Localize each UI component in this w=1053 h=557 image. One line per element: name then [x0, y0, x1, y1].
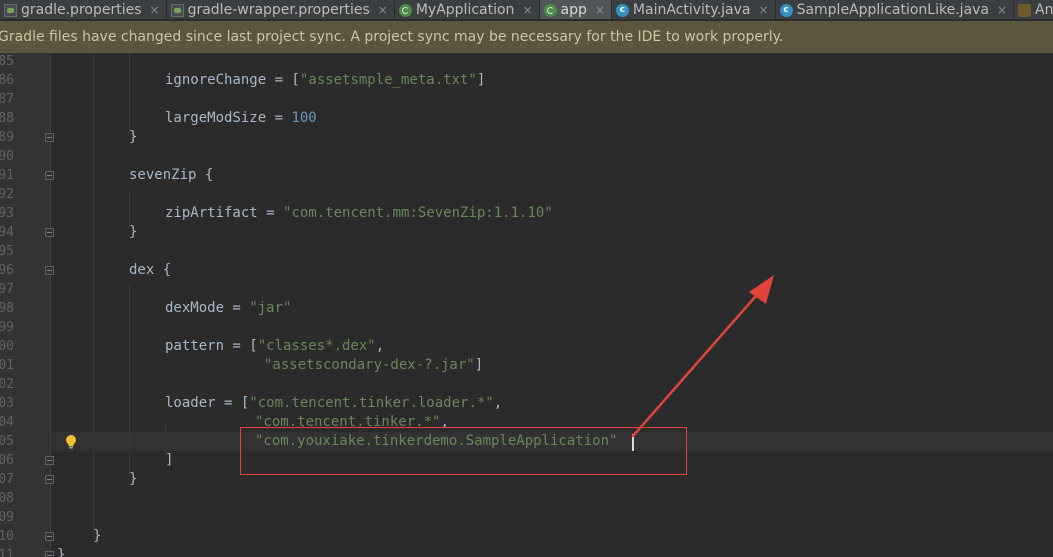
- gradle-module-icon: [398, 3, 412, 17]
- line-number: 90: [0, 149, 14, 164]
- fold-marker[interactable]: [45, 456, 54, 465]
- gradle-file-icon: [170, 3, 184, 17]
- tab-label: AndroidManifest.xml: [1035, 2, 1053, 18]
- gradle-sync-banner: Gradle files have changed since last pro…: [0, 21, 1053, 53]
- line-number: 102: [0, 377, 14, 392]
- line-number: 94: [0, 225, 14, 240]
- line-number: 106: [0, 453, 14, 468]
- code-line: largeModSize = 100: [165, 110, 317, 126]
- line-number: 87: [0, 92, 14, 107]
- line-number: 104: [0, 415, 14, 430]
- tab-label: gradle.properties: [21, 2, 142, 18]
- fold-marker[interactable]: [45, 551, 54, 557]
- line-number: 85: [0, 54, 14, 69]
- indent-guide: [129, 53, 130, 133]
- banner-message: Gradle files have changed since last pro…: [0, 29, 784, 45]
- close-icon[interactable]: ×: [150, 3, 160, 17]
- code-line: pattern = ["classes*.dex",: [165, 338, 385, 354]
- indent-guide: [129, 285, 130, 475]
- gradle-module-icon: [543, 3, 557, 17]
- code-line: zipArtifact = "com.tencent.mm:SevenZip:1…: [165, 205, 553, 221]
- editor-tab-bar: gradle.properties × gradle-wrapper.prope…: [0, 0, 1053, 20]
- line-number: 108: [0, 491, 14, 506]
- fold-marker[interactable]: [45, 171, 54, 180]
- tab-gradle-properties[interactable]: gradle.properties ×: [0, 0, 167, 19]
- code-line: ]: [165, 452, 174, 468]
- fold-marker[interactable]: [45, 228, 54, 237]
- code-line: }: [57, 547, 66, 557]
- tab-label: gradle-wrapper.properties: [187, 2, 370, 18]
- tab-gradle-wrapper-properties[interactable]: gradle-wrapper.properties ×: [167, 0, 395, 19]
- code-line: loader = ["com.tencent.tinker.loader.*",: [165, 395, 503, 411]
- code-line: sevenZip {: [129, 167, 214, 183]
- tab-mainactivity[interactable]: c MainActivity.java ×: [612, 0, 776, 19]
- fold-marker[interactable]: [45, 266, 54, 275]
- line-number: 109: [0, 510, 14, 525]
- code-line: "assetscondary-dex-?.jar"]: [264, 357, 484, 373]
- tab-app[interactable]: app ×: [539, 0, 612, 19]
- code-line: }: [129, 224, 138, 240]
- gradle-file-icon: [4, 3, 17, 17]
- line-number: 95: [0, 244, 14, 259]
- line-number: 111: [0, 548, 14, 557]
- line-number: 107: [0, 472, 14, 487]
- lightbulb-icon[interactable]: [64, 434, 78, 450]
- line-number: 105: [0, 434, 14, 449]
- line-number: 101: [0, 358, 14, 373]
- tab-label: MainActivity.java: [632, 2, 751, 18]
- line-number: 92: [0, 187, 14, 202]
- java-class-icon: c: [615, 3, 629, 17]
- java-class-icon: c: [779, 3, 793, 17]
- line-number: 97: [0, 282, 14, 297]
- indent-guide: [93, 53, 94, 539]
- line-number: 99: [0, 320, 14, 335]
- fold-marker[interactable]: [45, 475, 54, 484]
- line-number: 88: [0, 111, 14, 126]
- code-line: dex {: [129, 262, 172, 278]
- code-line: }: [129, 129, 138, 145]
- close-icon[interactable]: ×: [595, 3, 605, 17]
- close-icon[interactable]: ×: [997, 3, 1007, 17]
- fold-marker[interactable]: [45, 133, 54, 142]
- fold-marker[interactable]: [45, 532, 54, 541]
- code-line: }: [129, 471, 138, 487]
- tab-sampleapplicationlike[interactable]: c SampleApplicationLike.java ×: [776, 0, 1015, 19]
- close-icon[interactable]: ×: [522, 3, 532, 17]
- line-number: 96: [0, 263, 14, 278]
- line-number: 110: [0, 529, 14, 544]
- code-line: }: [93, 528, 102, 544]
- line-number: 89: [0, 130, 14, 145]
- xml-file-icon: [1018, 3, 1032, 17]
- highlight-box: [240, 427, 687, 475]
- tab-label: SampleApplicationLike.java: [796, 2, 989, 18]
- code-line: dexMode = "jar": [165, 300, 292, 316]
- line-number: 103: [0, 396, 14, 411]
- close-icon[interactable]: ×: [759, 3, 769, 17]
- line-number: 98: [0, 301, 14, 316]
- line-number: 86: [0, 73, 14, 88]
- tab-label: MyApplication: [415, 2, 515, 18]
- code-line: ignoreChange = ["assetsmple_meta.txt"]: [165, 72, 486, 88]
- close-icon[interactable]: ×: [378, 3, 388, 17]
- tab-myapplication[interactable]: MyApplication ×: [395, 0, 540, 19]
- line-number: 93: [0, 206, 14, 221]
- tab-androidmanifest[interactable]: AndroidManifest.xml: [1014, 0, 1053, 19]
- tab-label: app: [560, 2, 587, 18]
- line-number: 100: [0, 339, 14, 354]
- line-number: 91: [0, 168, 14, 183]
